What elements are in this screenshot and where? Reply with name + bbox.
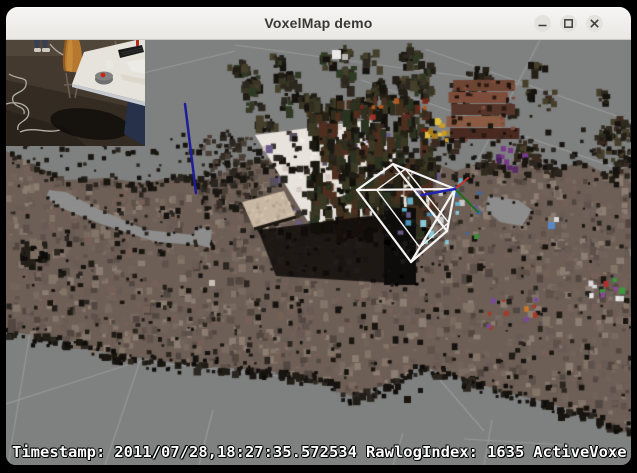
viewport-3d: Timestamp: 2011/07/28,18:27:35.572534 Rawl… <box>6 40 631 465</box>
inset-mug <box>106 60 113 69</box>
minimize-button[interactable] <box>534 15 551 32</box>
maximize-icon <box>563 18 574 29</box>
minimize-icon <box>537 18 548 29</box>
active-voxels-label: ActiveVoxe <box>533 443 626 461</box>
inset-person-leg <box>34 40 40 49</box>
status-bar: Timestamp: 2011/07/28,18:27:35.572534 Rawl… <box>12 443 631 461</box>
inset-red-marker <box>136 40 139 46</box>
app-window: VoxelMap demo <box>6 7 631 465</box>
maximize-button[interactable] <box>560 15 577 32</box>
close-button[interactable] <box>586 15 603 32</box>
inset-shoe <box>42 48 50 52</box>
rawlog-index-label: RawlogIndex: <box>366 443 478 461</box>
window-controls <box>534 7 603 39</box>
timestamp-value: 2011/07/28,18:27:35.572534 <box>114 443 357 461</box>
inset-shoe <box>34 48 41 52</box>
inset-person-leg <box>42 40 48 49</box>
rawlog-index-value: 1635 <box>487 443 524 461</box>
titlebar[interactable]: VoxelMap demo <box>6 7 631 40</box>
camera-feed-inset <box>6 40 145 146</box>
window-title: VoxelMap demo <box>264 15 372 31</box>
inset-puck-button <box>101 73 106 78</box>
timestamp-label: Timestamp: <box>12 443 105 461</box>
close-icon <box>589 18 600 29</box>
